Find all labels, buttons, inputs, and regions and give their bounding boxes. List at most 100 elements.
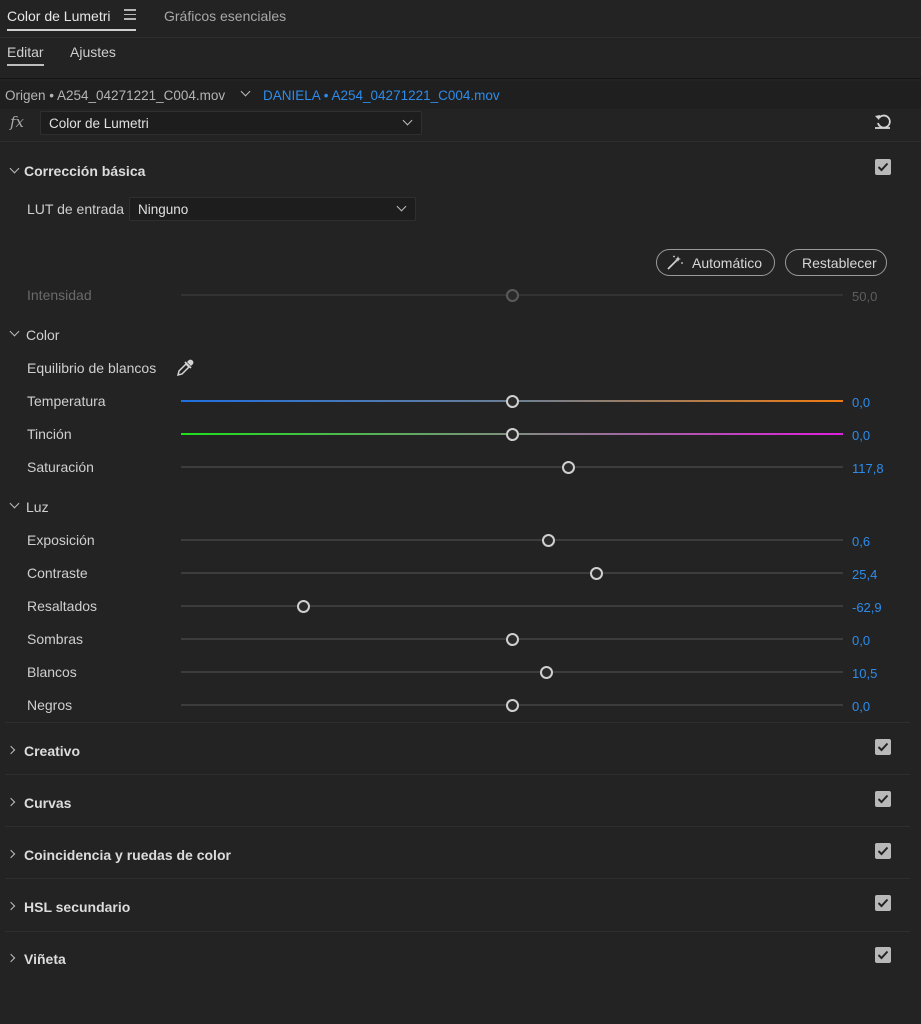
section-color-wheels[interactable]: Coincidencia y ruedas de color bbox=[0, 841, 921, 871]
contrast-slider-handle[interactable] bbox=[589, 567, 603, 580]
section-hsl-secondary[interactable]: HSL secundario bbox=[0, 893, 921, 923]
chevron-down-icon bbox=[9, 163, 20, 174]
source-clip-label: Origen • A254_04271221_C004.mov bbox=[5, 88, 226, 103]
chevron-down-icon bbox=[9, 498, 20, 509]
shadows-slider-handle[interactable] bbox=[505, 633, 519, 646]
fx-icon: fx bbox=[10, 113, 25, 131]
effect-row: fx Color de Lumetri bbox=[0, 109, 921, 139]
saturation-slider-handle[interactable] bbox=[561, 461, 575, 474]
section-title: HSL secundario bbox=[24, 899, 131, 915]
divider bbox=[0, 141, 921, 142]
section-basic-correction[interactable]: Corrección básica bbox=[0, 157, 921, 187]
contrast-value[interactable]: 25,4 bbox=[852, 567, 877, 582]
eyedropper-icon[interactable] bbox=[175, 358, 195, 378]
blacks-label: Negros bbox=[27, 697, 73, 713]
section-title: Corrección básica bbox=[24, 163, 146, 179]
intensity-value[interactable]: 50,0 bbox=[852, 289, 877, 304]
tab-lumetri-color[interactable]: Color de Lumetri bbox=[7, 8, 111, 24]
saturation-slider-track[interactable] bbox=[181, 466, 843, 468]
section-enable-checkbox[interactable] bbox=[875, 159, 891, 175]
temperature-value[interactable]: 0,0 bbox=[852, 395, 870, 410]
tab-edit[interactable]: Editar bbox=[7, 44, 44, 60]
intensity-label: Intensidad bbox=[27, 287, 92, 303]
section-title: Coincidencia y ruedas de color bbox=[24, 847, 231, 863]
highlights-label: Resaltados bbox=[27, 598, 98, 614]
magic-wand-icon bbox=[667, 255, 683, 270]
section-vignette[interactable]: Viñeta bbox=[0, 945, 921, 975]
section-title: Curvas bbox=[24, 795, 72, 811]
sub-tab-underline bbox=[7, 64, 44, 66]
sequence-clip-link[interactable]: DANIELA • A254_04271221_C004.mov bbox=[263, 88, 500, 103]
contrast-label: Contraste bbox=[27, 565, 88, 581]
tint-label: Tinción bbox=[27, 426, 72, 442]
section-curves[interactable]: Curvas bbox=[0, 789, 921, 819]
shadows-label: Sombras bbox=[27, 631, 84, 647]
contrast-slider-track[interactable] bbox=[181, 572, 843, 574]
panel-tab-bar: Color de Lumetri Gráficos esenciales bbox=[0, 0, 921, 40]
saturation-value[interactable]: 117,8 bbox=[852, 461, 884, 476]
divider bbox=[5, 774, 910, 775]
color-group-header[interactable]: Color bbox=[0, 326, 200, 346]
panel-menu-icon[interactable] bbox=[124, 9, 136, 20]
section-title: Viñeta bbox=[24, 951, 66, 967]
tab-presets[interactable]: Ajustes bbox=[70, 44, 116, 60]
highlights-slider-track[interactable] bbox=[181, 605, 843, 607]
exposure-label: Exposición bbox=[27, 532, 95, 548]
reset-button-label: Restablecer bbox=[802, 255, 877, 271]
highlights-slider-handle[interactable] bbox=[296, 600, 310, 613]
whites-slider-track[interactable] bbox=[181, 671, 843, 673]
reset-button[interactable]: Restablecer bbox=[785, 249, 887, 276]
chevron-right-icon bbox=[6, 953, 16, 963]
highlights-value[interactable]: -62,9 bbox=[852, 600, 882, 615]
temperature-label: Temperatura bbox=[27, 393, 106, 409]
sub-tab-bar: Editar Ajustes bbox=[0, 40, 921, 76]
tab-essential-graphics[interactable]: Gráficos esenciales bbox=[164, 8, 286, 24]
divider bbox=[5, 878, 910, 879]
section-enable-checkbox[interactable] bbox=[875, 843, 891, 859]
section-title: Creativo bbox=[24, 743, 81, 759]
active-tab-underline bbox=[7, 29, 136, 31]
divider bbox=[5, 931, 910, 932]
exposure-value[interactable]: 0,6 bbox=[852, 534, 870, 549]
white-balance-label: Equilibrio de blancos bbox=[27, 360, 157, 376]
exposure-slider-track[interactable] bbox=[181, 539, 843, 541]
blacks-value[interactable]: 0,0 bbox=[852, 699, 870, 714]
divider bbox=[5, 722, 910, 723]
divider bbox=[0, 37, 921, 38]
lut-dropdown[interactable]: Ninguno bbox=[129, 197, 416, 221]
chevron-down-icon bbox=[9, 326, 20, 337]
chevron-right-icon bbox=[6, 849, 16, 859]
whites-label: Blancos bbox=[27, 664, 77, 680]
light-group-title: Luz bbox=[26, 499, 49, 515]
chevron-down-icon bbox=[402, 115, 413, 126]
effect-dropdown-value: Color de Lumetri bbox=[49, 116, 149, 131]
auto-button[interactable]: Automático bbox=[656, 249, 775, 276]
source-bar: Origen • A254_04271221_C004.mov DANIELA … bbox=[0, 81, 921, 109]
divider bbox=[0, 78, 921, 79]
section-enable-checkbox[interactable] bbox=[875, 895, 891, 911]
whites-value[interactable]: 10,5 bbox=[852, 666, 877, 681]
exposure-slider-handle[interactable] bbox=[541, 534, 555, 547]
intensity-slider-handle[interactable] bbox=[505, 289, 519, 302]
shadows-value[interactable]: 0,0 bbox=[852, 633, 870, 648]
chevron-right-icon bbox=[6, 797, 16, 807]
effect-dropdown[interactable]: Color de Lumetri bbox=[40, 111, 422, 135]
auto-button-label: Automático bbox=[692, 255, 763, 271]
section-enable-checkbox[interactable] bbox=[875, 791, 891, 807]
lut-label: LUT de entrada bbox=[27, 201, 125, 217]
temperature-slider-handle[interactable] bbox=[505, 395, 519, 408]
tint-slider-handle[interactable] bbox=[505, 428, 519, 441]
tint-value[interactable]: 0,0 bbox=[852, 428, 870, 443]
blacks-slider-handle[interactable] bbox=[505, 699, 519, 712]
section-creative[interactable]: Creativo bbox=[0, 737, 921, 767]
section-enable-checkbox[interactable] bbox=[875, 739, 891, 755]
reset-effect-icon[interactable] bbox=[873, 112, 893, 130]
chevron-right-icon bbox=[6, 745, 16, 755]
chevron-right-icon bbox=[6, 901, 16, 911]
whites-slider-handle[interactable] bbox=[539, 666, 553, 679]
light-group-header[interactable]: Luz bbox=[0, 498, 200, 518]
source-dropdown-chevron-icon[interactable] bbox=[240, 86, 251, 97]
saturation-label: Saturación bbox=[27, 459, 94, 475]
section-enable-checkbox[interactable] bbox=[875, 947, 891, 963]
lut-dropdown-value: Ninguno bbox=[138, 202, 189, 217]
